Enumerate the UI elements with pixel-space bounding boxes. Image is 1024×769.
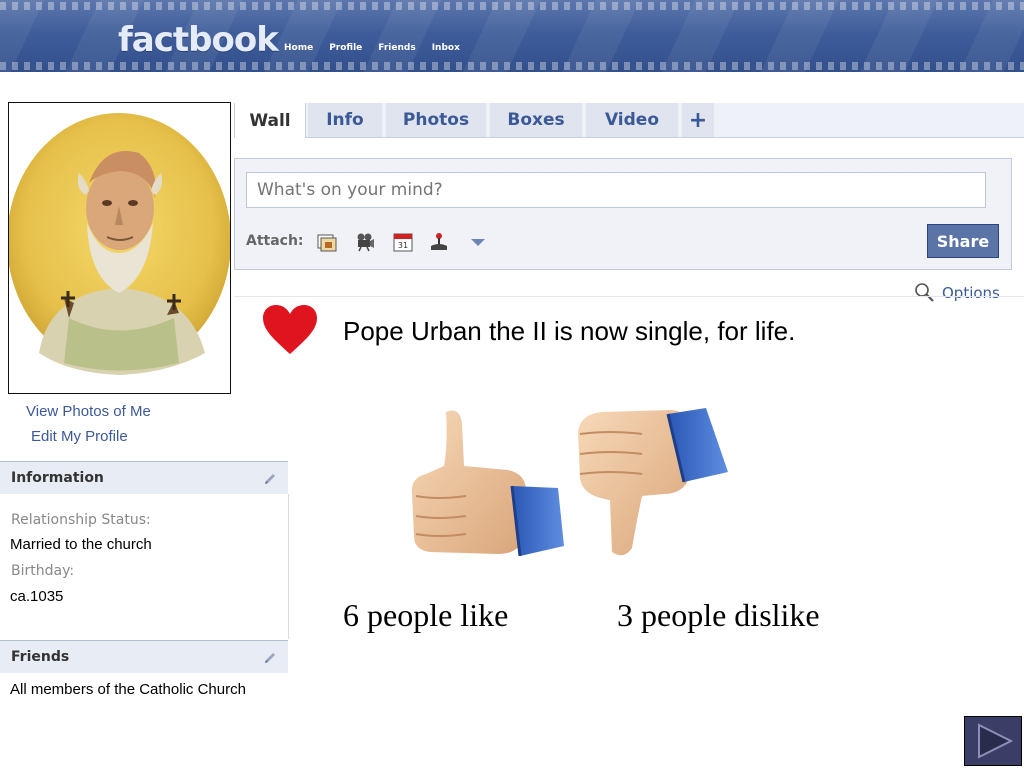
relationship-status-label: Relationship Status: [11,512,151,528]
options-label: Options [942,284,1000,302]
like-count: 6 people like [343,597,509,633]
top-nav: Home Profile Friends Inbox [284,43,460,53]
nav-home[interactable]: Home [284,43,313,53]
friends-value: All members of the Catholic Church [10,681,246,698]
pope-portrait-image [9,113,230,375]
status-input[interactable] [246,172,986,208]
photo-icon[interactable] [316,231,338,253]
options-link[interactable]: Options [914,282,1000,304]
share-button[interactable]: Share [927,224,999,258]
heart-icon [263,305,317,354]
profile-picture[interactable] [8,102,231,394]
birthday-label: Birthday: [11,563,75,579]
tab-video[interactable]: Video [586,103,678,137]
joystick-icon[interactable] [428,231,450,253]
attach-label: Attach: [246,233,304,249]
wall-post-text: Pope Urban the II is now single, for lif… [343,316,796,346]
wall-divider [234,296,1024,297]
birthday-value: ca.1035 [10,588,64,605]
nav-inbox[interactable]: Inbox [432,43,460,53]
thumbs-up-icon[interactable] [408,404,568,560]
information-title: Information [11,470,104,486]
profile-tabs: Wall Info Photos Boxes Video + [234,103,1024,138]
pencil-icon[interactable] [262,471,278,487]
tab-boxes[interactable]: Boxes [490,103,582,137]
pencil-icon[interactable] [262,650,278,666]
view-photos-link[interactable]: View Photos of Me [26,403,151,420]
dislike-count: 3 people dislike [617,597,820,633]
nav-friends[interactable]: Friends [378,43,415,53]
thumbs-down-icon[interactable] [572,404,732,560]
next-slide-button[interactable] [964,716,1022,766]
edit-profile-link[interactable]: Edit My Profile [31,428,128,445]
play-next-icon [978,723,1014,759]
factbook-logo[interactable]: factbook [118,20,279,60]
tab-add[interactable]: + [682,103,714,137]
video-camera-icon[interactable] [354,231,376,253]
header-border-bottom [0,62,1024,70]
svg-text:31: 31 [398,241,408,250]
header-border-top [0,2,1024,10]
dropdown-arrow-icon[interactable] [467,231,489,253]
tab-info[interactable]: Info [308,103,382,137]
tab-photos[interactable]: Photos [386,103,486,137]
nav-profile[interactable]: Profile [329,43,362,53]
relationship-status-value: Married to the church [10,536,152,553]
status-composer: Attach: 31 Share [234,158,1012,270]
calendar-icon[interactable]: 31 [392,231,414,253]
friends-title: Friends [11,649,70,665]
information-box-header: Information [0,461,288,494]
friends-box-header: Friends [0,640,288,673]
magnifier-icon [915,283,934,302]
top-header-bar: factbook Home Profile Friends Inbox [0,0,1024,72]
tab-wall[interactable]: Wall [234,103,306,138]
